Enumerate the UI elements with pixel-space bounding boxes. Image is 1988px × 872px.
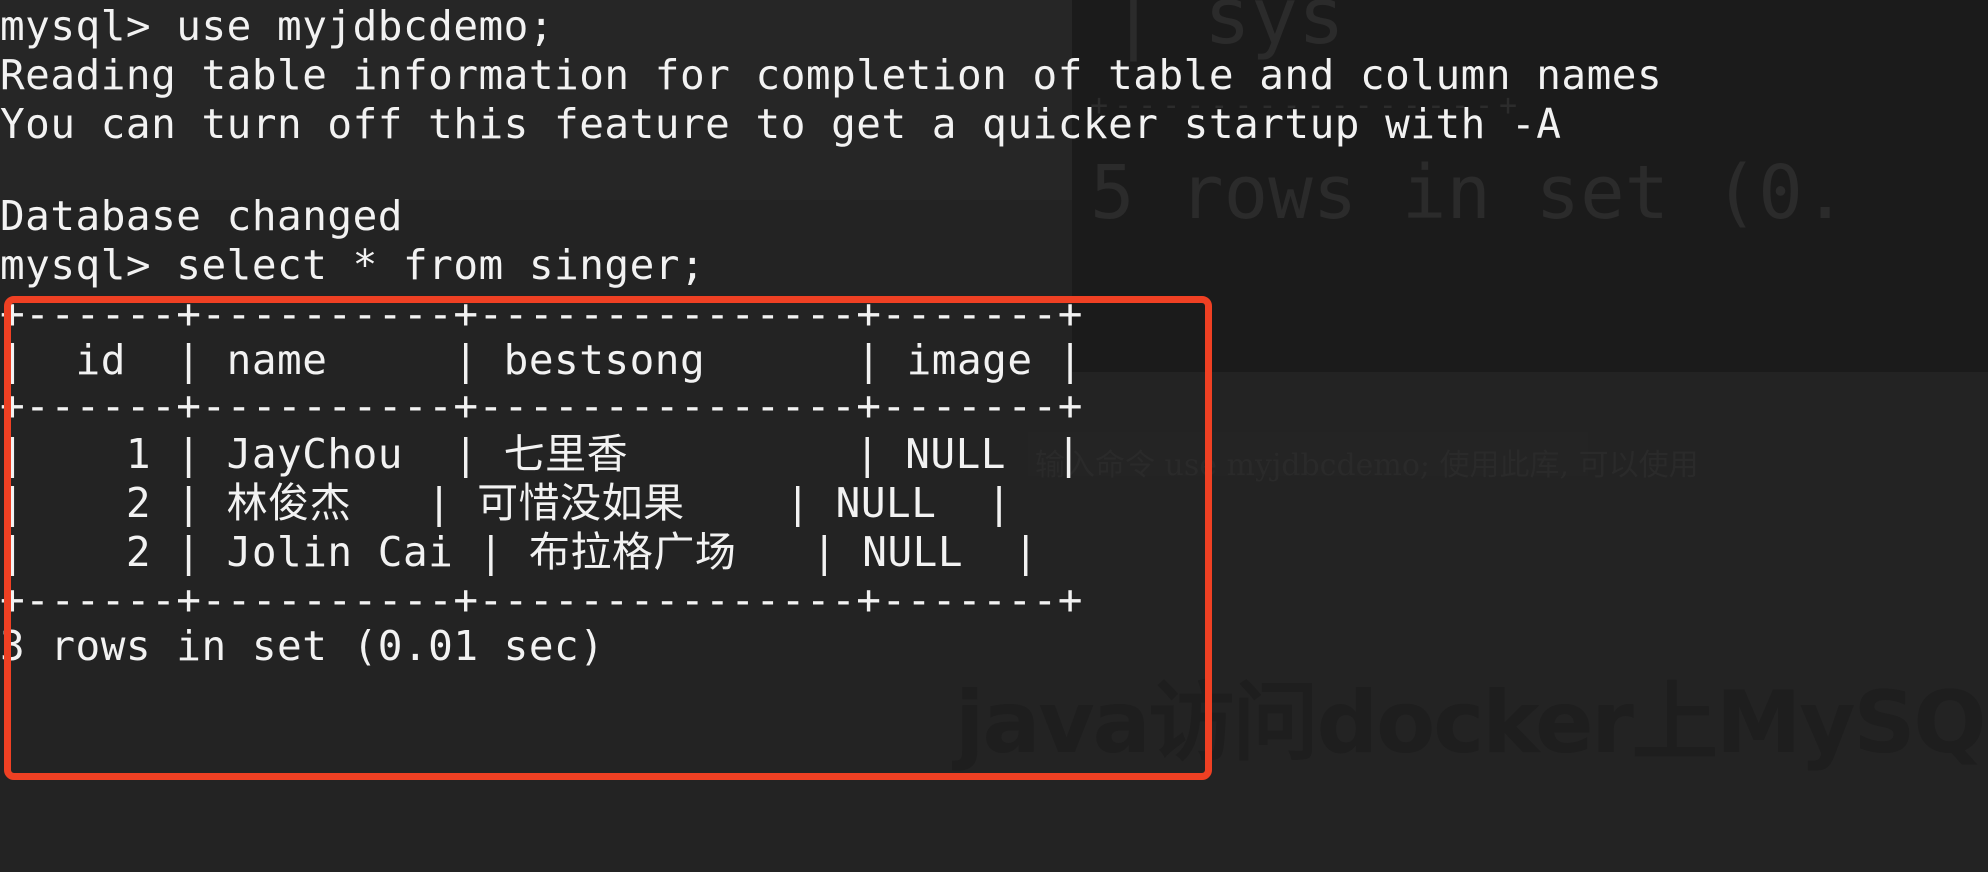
terminal-line-prompt-select: mysql> select * from singer; bbox=[0, 241, 706, 289]
table-row: | 2 | 林俊杰 | 可惜没如果 | NULL | bbox=[0, 479, 1012, 527]
terminal-line-database-changed: Database changed bbox=[0, 192, 403, 240]
table-row: | 2 | Jolin Cai | 布拉格广场 | NULL | bbox=[0, 528, 1039, 576]
table-rule-top: +------+----------+---------------+-----… bbox=[0, 290, 1083, 338]
table-rule-bottom: +------+----------+---------------+-----… bbox=[0, 576, 1083, 624]
terminal-screenshot: | sys +----------------+ 5 rows in set (… bbox=[0, 0, 1988, 872]
terminal-output[interactable]: mysql> use myjdbcdemo; Reading table inf… bbox=[0, 0, 1988, 872]
table-row: | 1 | JayChou | 七里香 | NULL | bbox=[0, 430, 1082, 478]
terminal-line-turn-off-notice: You can turn off this feature to get a q… bbox=[0, 100, 1562, 148]
table-rule-middle: +------+----------+---------------+-----… bbox=[0, 382, 1083, 430]
terminal-line-prompt-use-db: mysql> use myjdbcdemo; bbox=[0, 2, 555, 50]
table-header-row: | id | name | bestsong | image | bbox=[0, 336, 1083, 384]
terminal-line-reading-notice: Reading table information for completion… bbox=[0, 51, 1663, 99]
result-summary: 3 rows in set (0.01 sec) bbox=[0, 622, 605, 670]
